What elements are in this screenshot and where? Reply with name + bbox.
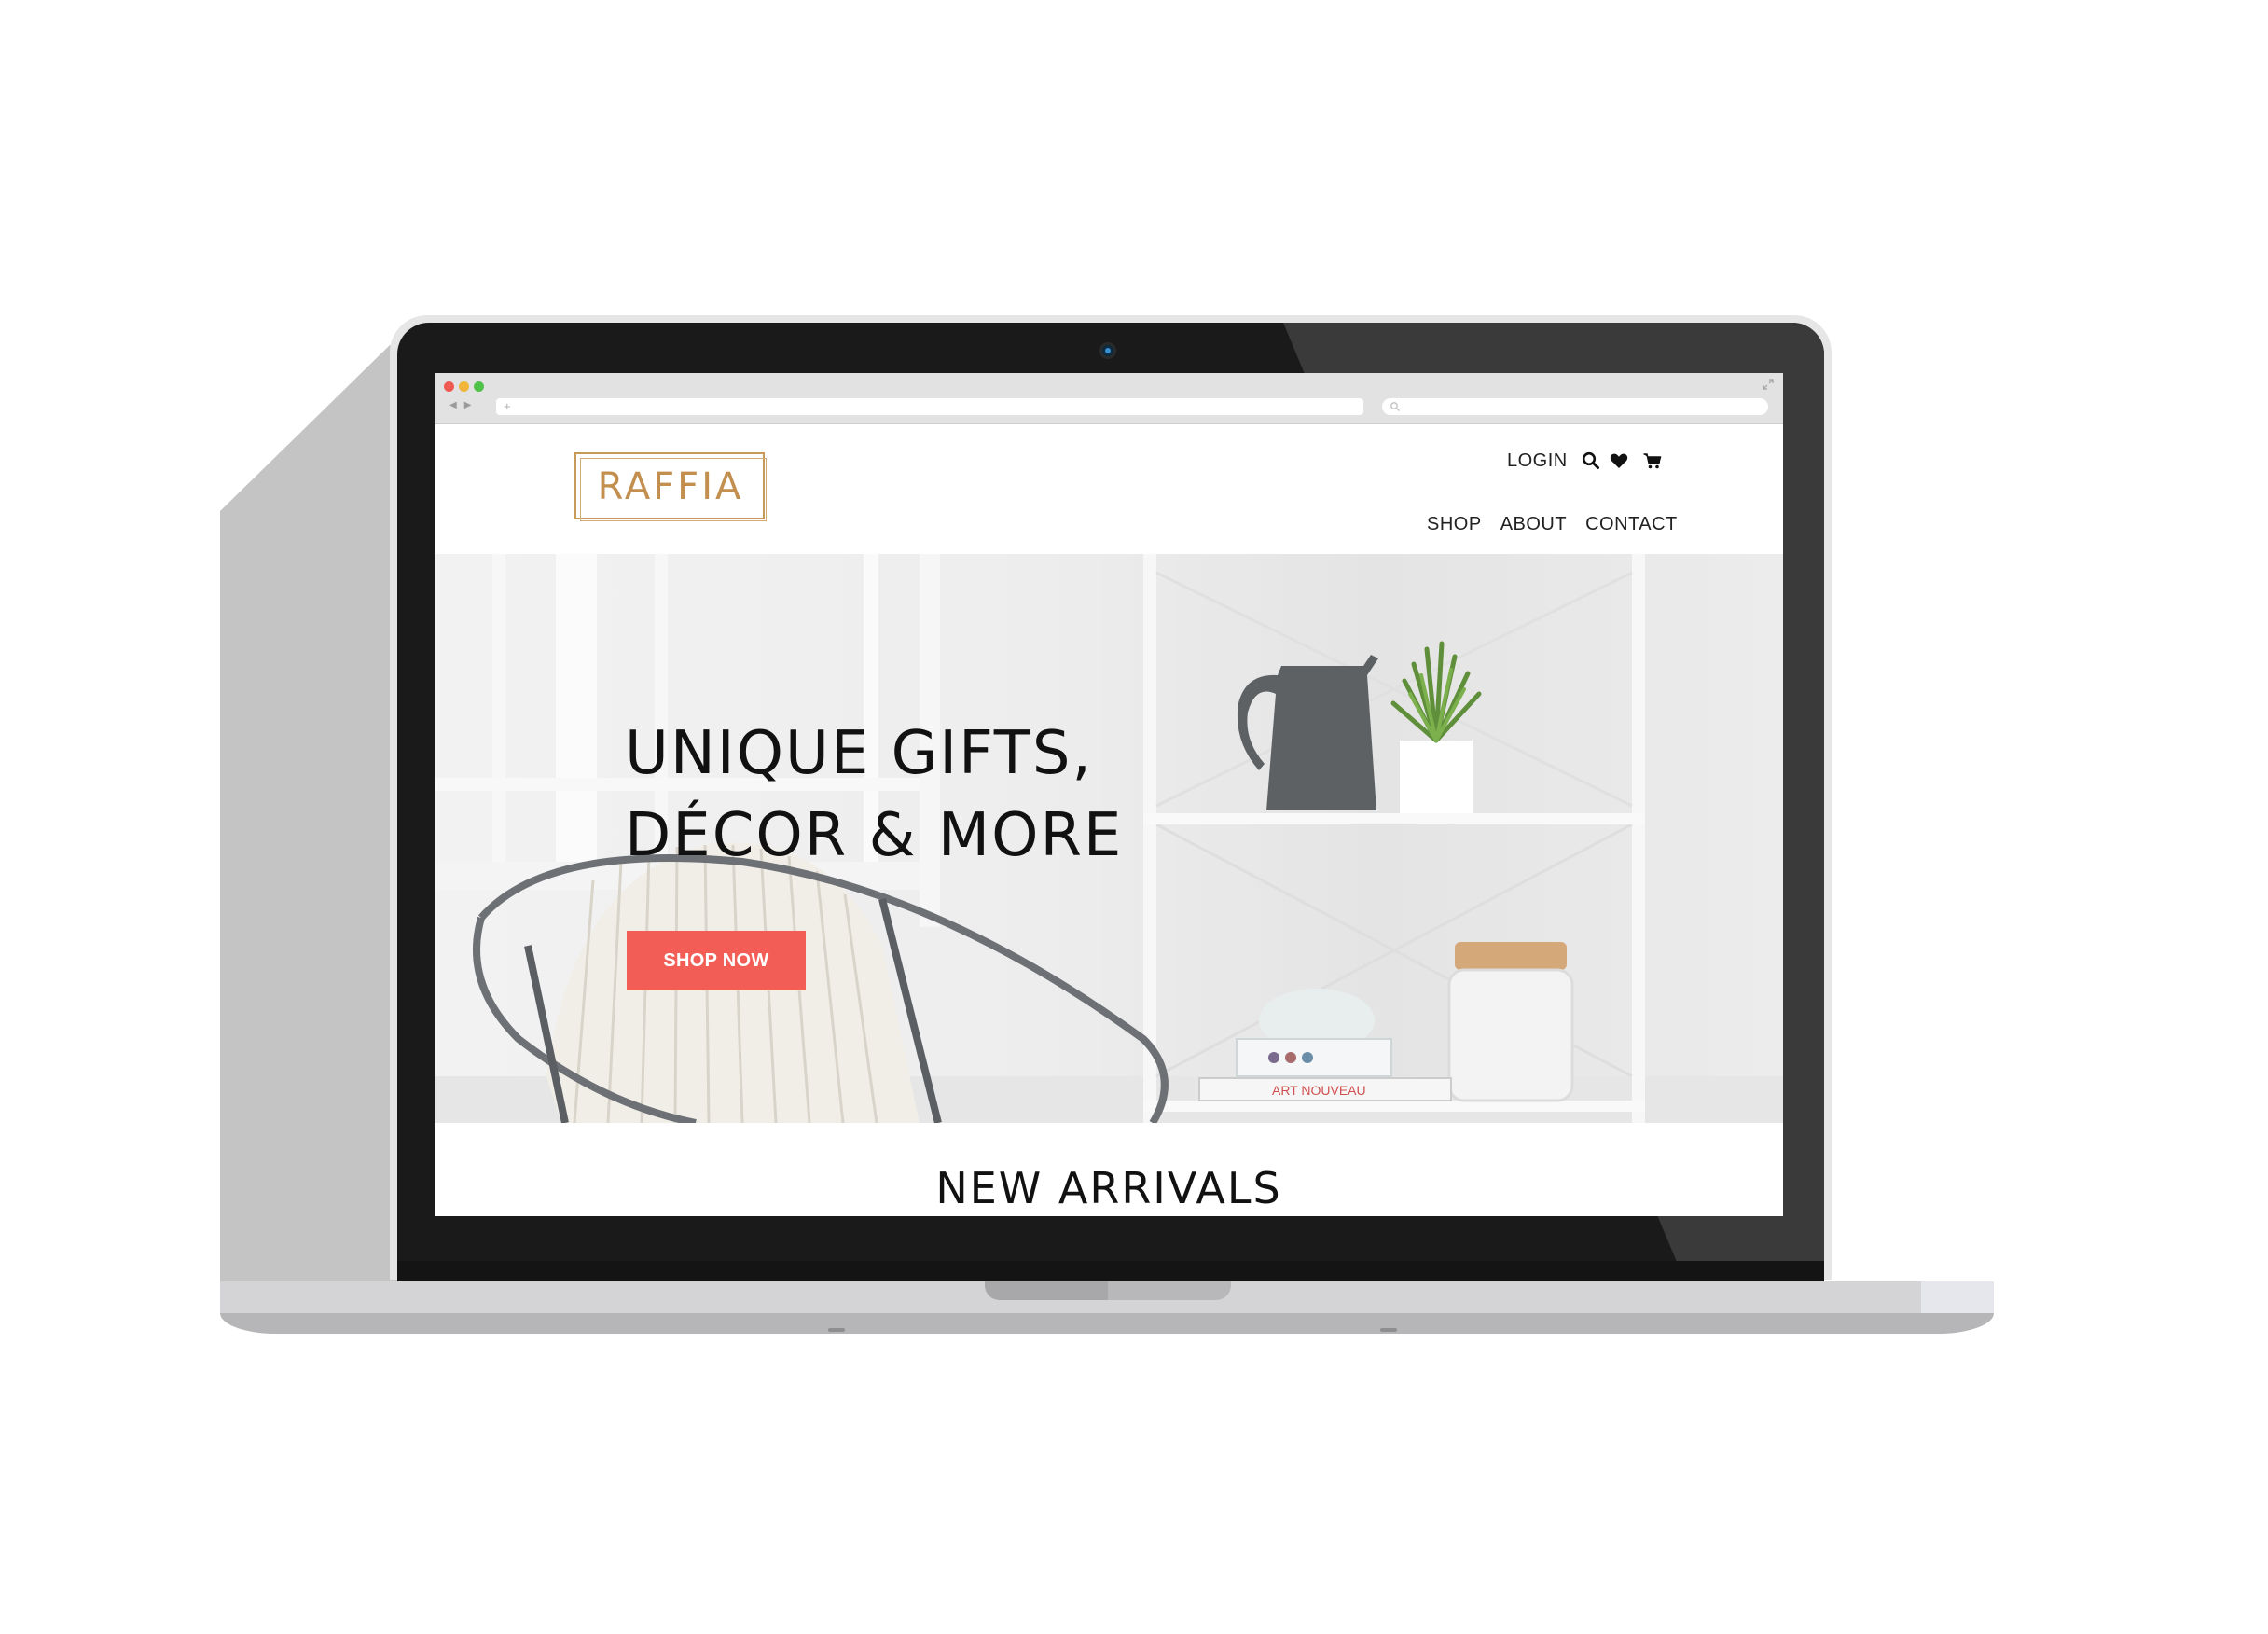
main-nav: SHOP ABOUT CONTACT — [1427, 514, 1678, 535]
hero-headline-line2: DÉCOR & MORE — [625, 801, 1124, 870]
laptop-mockup-stage: ◀▶ + RAFFIA LOGIN SHOP ABOUT CONTACT ART… — [0, 0, 2268, 1634]
browser-chrome: ◀▶ + — [435, 373, 1783, 424]
hero-headline: UNIQUE GIFTS, DÉCOR & MORE — [625, 713, 1278, 877]
hero-headline-line1: UNIQUE GIFTS, — [625, 719, 1093, 788]
book-title-art-nouveau: ART NOUVEAU — [1272, 1083, 1366, 1098]
laptop-foot-right — [1380, 1328, 1397, 1332]
new-tab-plus-icon[interactable]: + — [504, 399, 511, 414]
logo-text: RAFFIA — [597, 465, 744, 508]
close-window-button[interactable] — [444, 381, 454, 392]
nav-about[interactable]: ABOUT — [1500, 514, 1567, 535]
history-nav: ◀▶ — [449, 400, 478, 410]
forward-arrow-icon[interactable]: ▶ — [464, 400, 479, 410]
search-icon — [1390, 402, 1400, 411]
address-bar[interactable]: + — [496, 398, 1363, 415]
minimize-window-button[interactable] — [459, 381, 469, 392]
site-header: RAFFIA LOGIN SHOP ABOUT CONTACT — [435, 424, 1783, 554]
webcam — [1102, 345, 1113, 356]
laptop-base-edge — [1921, 1281, 1994, 1313]
heart-icon[interactable] — [1609, 450, 1629, 471]
browser-window: ◀▶ + RAFFIA LOGIN SHOP ABOUT CONTACT ART… — [435, 373, 1783, 1216]
hero-banner: ART NOUVEAU UNIQUE GIFTS, DÉCOR & MORE S… — [435, 554, 1783, 1123]
cart-icon[interactable] — [1642, 450, 1663, 471]
fullscreen-expand-icon[interactable] — [1763, 379, 1774, 390]
search-icon[interactable] — [1581, 450, 1601, 471]
utility-nav: LOGIN — [1507, 448, 1670, 474]
login-link[interactable]: LOGIN — [1507, 450, 1568, 472]
browser-search-bar[interactable] — [1382, 398, 1768, 415]
new-arrivals-heading: NEW ARRIVALS — [935, 1163, 1282, 1213]
raffia-logo[interactable]: RAFFIA — [574, 452, 767, 521]
laptop-chin — [397, 1261, 1824, 1281]
nav-shop[interactable]: SHOP — [1427, 514, 1482, 535]
laptop-foot-left — [828, 1328, 845, 1332]
laptop-base-bottom — [220, 1313, 1994, 1334]
maximize-window-button[interactable] — [474, 381, 484, 392]
back-arrow-icon[interactable]: ◀ — [449, 400, 464, 410]
nav-contact[interactable]: CONTACT — [1585, 514, 1678, 535]
shop-now-button[interactable]: SHOP NOW — [627, 931, 806, 990]
laptop-notch-shadow — [985, 1281, 1108, 1300]
